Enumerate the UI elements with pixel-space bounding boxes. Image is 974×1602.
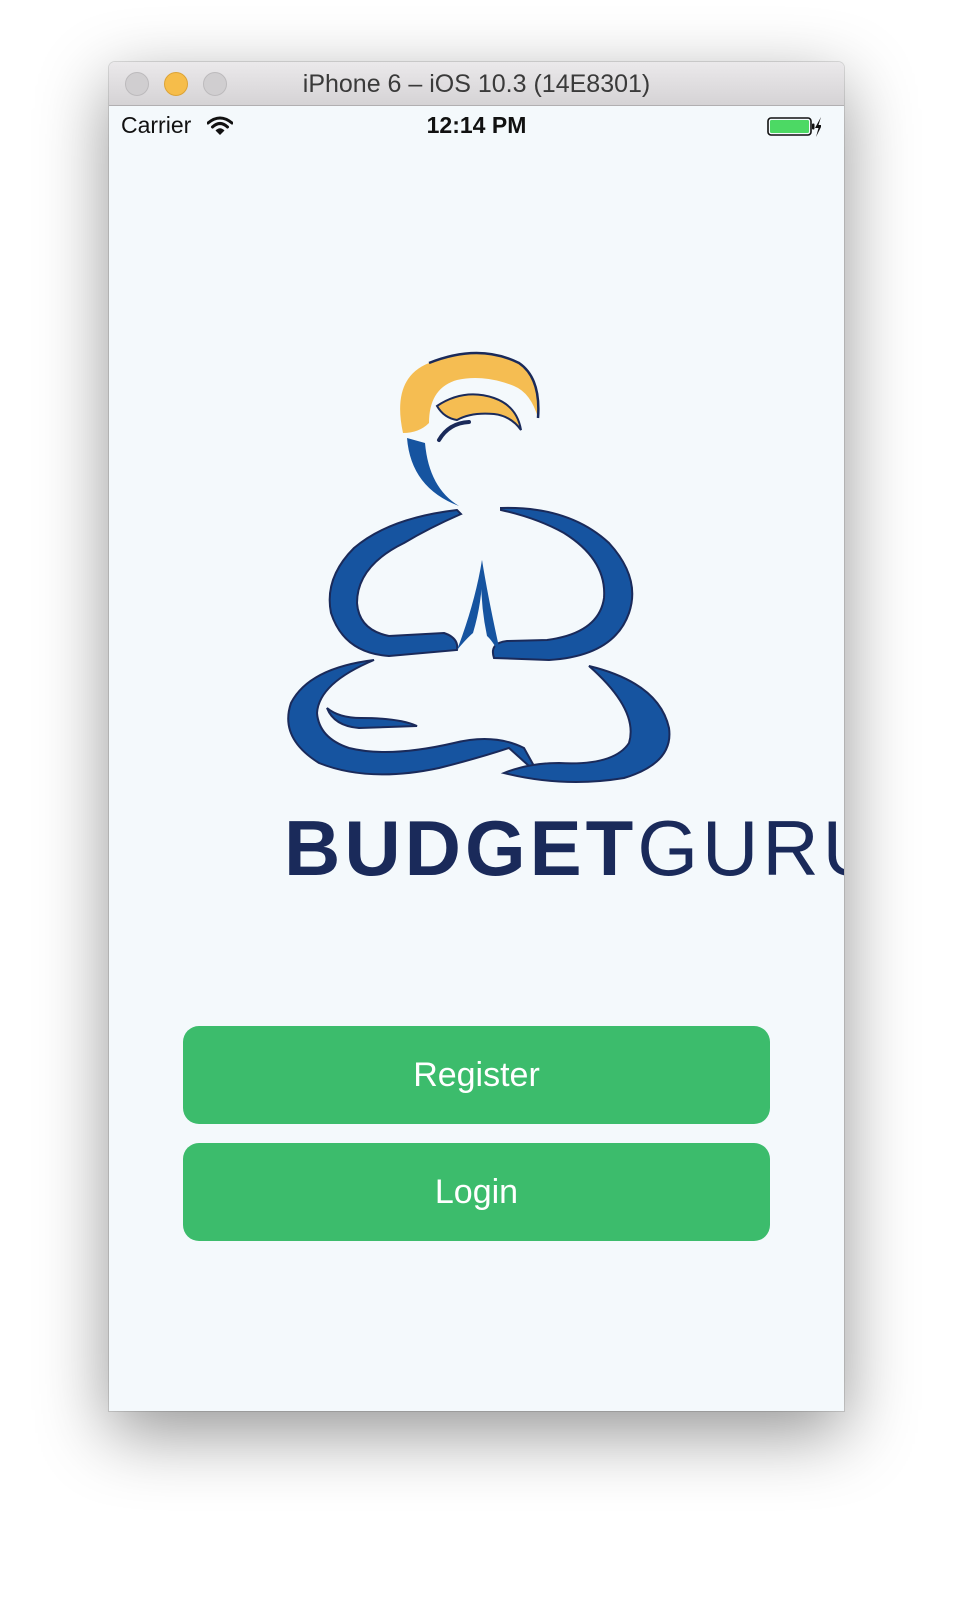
login-button[interactable]: Login <box>183 1143 770 1241</box>
register-button[interactable]: Register <box>183 1026 770 1124</box>
battery-charging-icon <box>767 117 821 137</box>
logo-wordmark: BUDGETGURU <box>284 804 844 892</box>
logo-text-budget: BUDGET <box>284 804 638 892</box>
window-title: iPhone 6 – iOS 10.3 (14E8301) <box>302 70 651 98</box>
title-bar: iPhone 6 – iOS 10.3 (14E8301) <box>109 62 844 106</box>
guru-logo-icon <box>287 351 671 783</box>
simulator-window: iPhone 6 – iOS 10.3 (14E8301) Carrier 12… <box>109 62 844 1411</box>
status-bar: Carrier 12:14 PM <box>109 106 844 146</box>
app-screen: Carrier 12:14 PM BUDGETGUR Register Logi… <box>109 106 844 1411</box>
logo-text-guru: GURU <box>637 804 844 892</box>
status-time: 12:14 PM <box>426 112 527 138</box>
